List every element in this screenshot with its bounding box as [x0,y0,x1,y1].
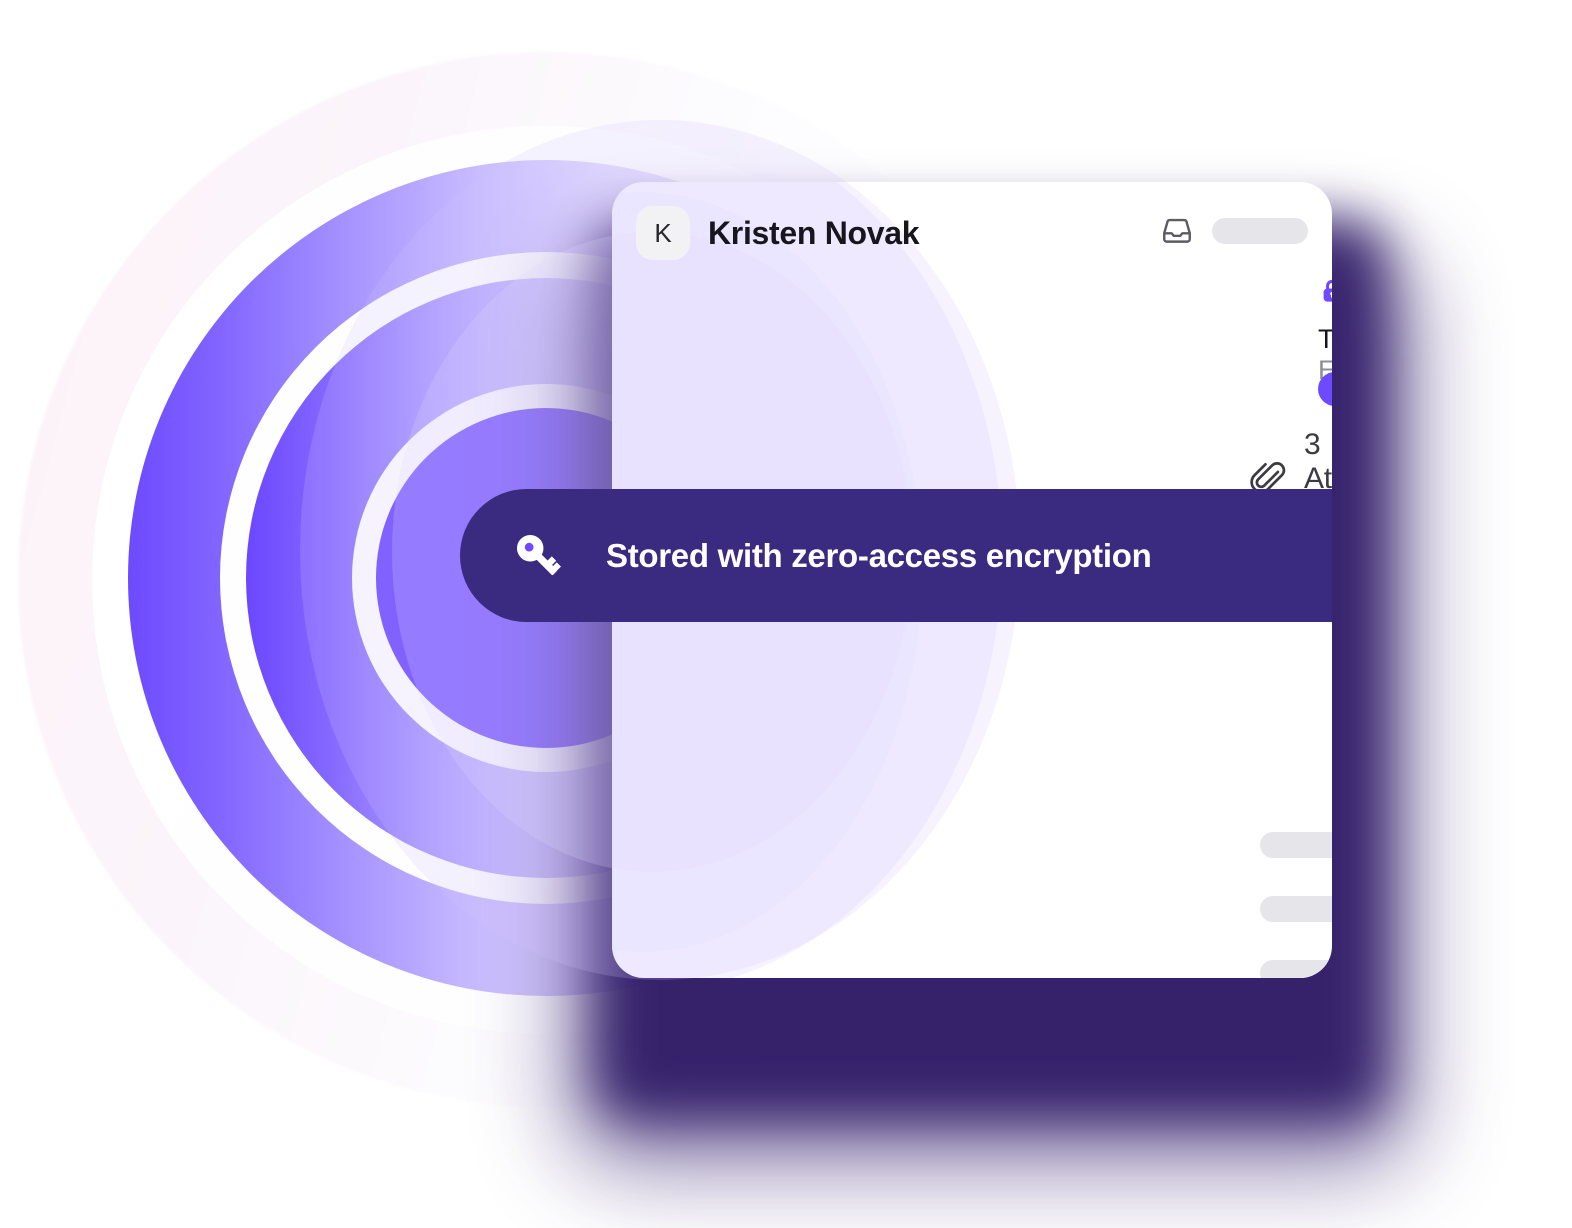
recipient-label: To: [1318,324,1332,354]
sender-name: Kristen Novak [708,215,920,251]
encryption-banner-text: Stored with zero-access encryption [606,536,1152,574]
sender-address-row: kristennovak@proton.me [1318,274,1332,307]
message-body-placeholder [1260,832,1332,978]
encryption-banner: Stored with zero-access encryption [460,489,1332,622]
body-line [1260,896,1332,922]
illustration-stage: K Kristen Novak T E 3 At Stored with zer… [0,0,1572,1228]
header-actions [1160,206,1308,248]
key-icon [460,526,568,586]
body-line [1260,960,1332,978]
label-tags [1318,372,1332,406]
label-tag-primary[interactable] [1318,372,1332,406]
avatar: K [636,206,690,260]
body-line [1260,832,1332,858]
inbox-icon[interactable] [1160,214,1194,248]
email-header-row: K Kristen Novak [636,206,1308,260]
header-placeholder-pill [1212,218,1308,244]
lock-icon [1318,277,1332,305]
avatar-initial: K [654,217,672,248]
